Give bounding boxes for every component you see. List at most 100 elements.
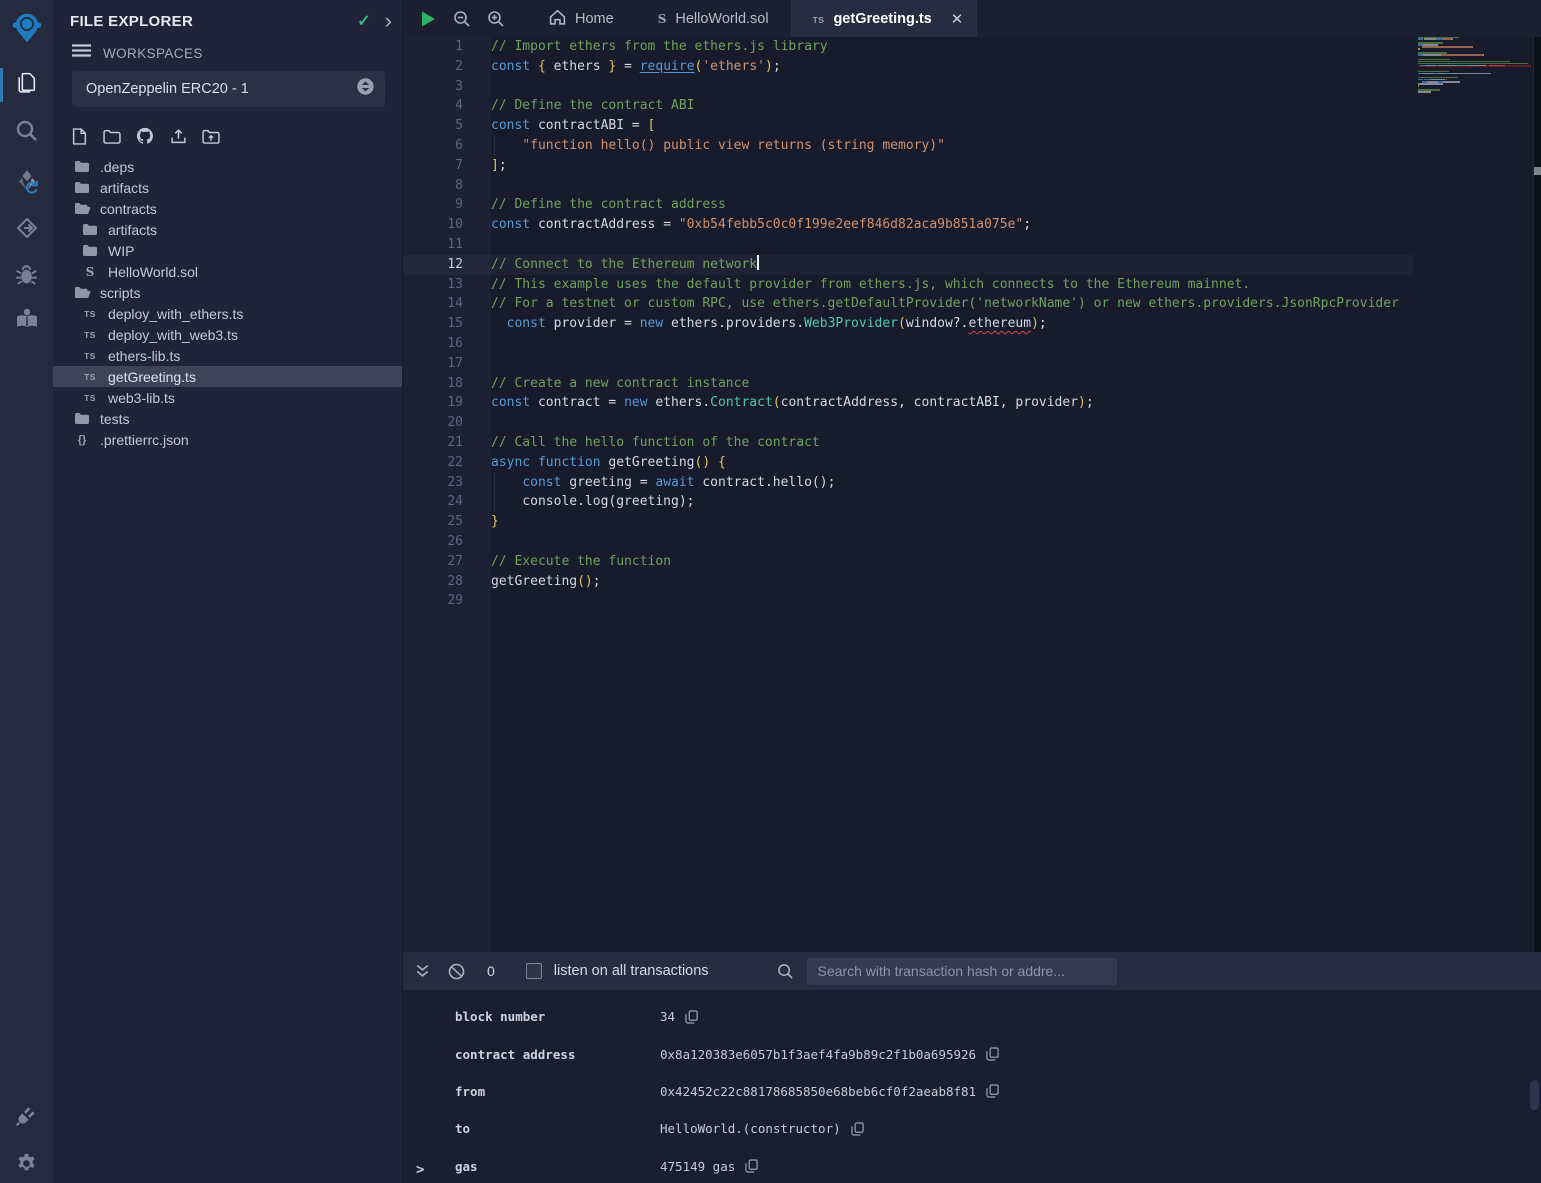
transaction-search-input[interactable] (807, 958, 1117, 985)
tab-helloworld-sol[interactable]: SHelloWorld.sol (636, 0, 791, 37)
clear-console-icon[interactable] (448, 963, 465, 980)
tree-item-web3-lib-ts[interactable]: TSweb3-lib.ts (53, 387, 402, 408)
close-tab-icon[interactable]: ✕ (951, 10, 964, 28)
json-file-icon: {} (73, 434, 91, 446)
code-line-21: // Call the hello function of the contra… (403, 433, 1413, 453)
copy-icon[interactable] (986, 1047, 999, 1061)
listen-transactions-checkbox[interactable] (526, 963, 542, 979)
minimap[interactable] (1418, 37, 1531, 951)
tree-item-label: ethers-lib.ts (108, 348, 180, 364)
hamburger-menu-icon[interactable] (72, 44, 91, 62)
code-line-22: async function getGreeting() { (403, 453, 1413, 473)
sidebar-icon-plugin-manager[interactable] (0, 1098, 53, 1138)
code-line-6: "function hello() public view returns (s… (403, 136, 1413, 156)
activity-bar (0, 0, 53, 1183)
tree-item-helloworld-sol[interactable]: SHelloWorld.sol (53, 261, 402, 282)
tree-item-contracts[interactable]: contracts (53, 198, 402, 219)
text-cursor (757, 255, 759, 270)
tree-item-artifacts[interactable]: artifacts (53, 219, 402, 240)
code-line-3 (403, 77, 1413, 97)
transaction-detail-row: contract address0x8a120383e6057b1f3aef4f… (403, 1035, 1541, 1072)
tree-item-wip[interactable]: WIP (53, 240, 402, 261)
sidebar-icon-remix-logo[interactable] (0, 10, 53, 50)
expand-terminal-icon[interactable] (415, 964, 430, 979)
code-area: // Import ethers from the ethers.js libr… (403, 37, 1413, 952)
solidity-icon: S (658, 11, 667, 27)
run-script-button[interactable] (411, 0, 445, 37)
detail-label: to (455, 1121, 660, 1136)
zoom-out-icon[interactable] (445, 0, 479, 37)
sidebar-icon-debugger[interactable] (0, 257, 53, 297)
detail-value: 0x8a120383e6057b1f3aef4fa9b89c2f1b0a6959… (660, 1047, 976, 1062)
folder-icon (81, 244, 99, 257)
copy-icon[interactable] (745, 1159, 758, 1173)
detail-label: gas (455, 1159, 660, 1174)
copy-icon[interactable] (986, 1084, 999, 1098)
publish-gist-icon[interactable] (135, 126, 155, 146)
ts-file-icon: TS (81, 393, 99, 403)
workspace-select[interactable]: OpenZeppelin ERC20 - 1 (72, 71, 385, 107)
tree-item--prettierrc-json[interactable]: {}.prettierrc.json (53, 429, 402, 450)
tree-item-ethers-lib-ts[interactable]: TSethers-lib.ts (53, 345, 402, 366)
tab-label: Home (575, 11, 614, 27)
sidebar-icon-deploy-and-run[interactable] (0, 210, 53, 250)
tree-item-label: artifacts (108, 222, 157, 238)
tabs: Home SHelloWorld.solTSgetGreeting.ts✕ (527, 0, 977, 37)
new-file-icon[interactable] (69, 126, 89, 146)
tree-item-label: artifacts (100, 180, 149, 196)
ts-file-icon: TS (81, 372, 99, 382)
tab-getgreeting-ts[interactable]: TSgetGreeting.ts✕ (791, 0, 978, 37)
accept-check-icon[interactable]: ✓ (357, 11, 370, 31)
search-icon (15, 119, 39, 148)
settings-icon (15, 1152, 38, 1180)
chevron-right-icon[interactable]: › (385, 12, 392, 30)
code-line-13: // This example uses the default provide… (403, 275, 1413, 295)
code-line-8 (403, 176, 1413, 196)
detail-value: HelloWorld.(constructor) (660, 1121, 841, 1136)
terminal-search-icon (777, 963, 794, 980)
sidebar-icon-file-explorer[interactable] (0, 65, 53, 105)
file-tree: .deps artifacts contracts artifacts WIP SHell… (53, 156, 402, 450)
tree-item-scripts[interactable]: scripts (53, 282, 402, 303)
transaction-detail-row: from0x42452c22c88178685850e68beb6cf0f2ae… (403, 1073, 1541, 1110)
new-folder-icon[interactable] (102, 126, 122, 146)
tree-item-getgreeting-ts[interactable]: TS getGreeting.ts (53, 366, 402, 387)
zoom-in-icon[interactable] (479, 0, 513, 37)
plugin-manager-icon (14, 1103, 39, 1133)
code-editor[interactable]: 1234567891011121314151617181920212223242… (403, 37, 1541, 952)
copy-icon[interactable] (851, 1122, 864, 1136)
terminal-prompt[interactable]: > (416, 1162, 424, 1178)
editor-scrollbar-thumb[interactable] (1534, 167, 1541, 175)
tree-item--deps[interactable]: .deps (53, 156, 402, 177)
terminal-panel: 0 listen on all transactions block numbe… (403, 952, 1541, 1183)
tree-item-deploy-with-ethers-ts[interactable]: TSdeploy_with_ethers.ts (53, 303, 402, 324)
sidebar-icon-settings[interactable] (0, 1146, 53, 1183)
file-explorer-header: FILE EXPLORER ✓ › (70, 8, 392, 34)
tree-item-label: WIP (108, 243, 134, 259)
tree-item-tests[interactable]: tests (53, 408, 402, 429)
editor-scrollbar[interactable] (1533, 37, 1541, 952)
sidebar-icon-search[interactable] (0, 113, 53, 153)
tree-item-label: getGreeting.ts (108, 369, 196, 385)
sidebar-icon-solidity-compiler[interactable] (0, 164, 53, 204)
upload-file-icon[interactable] (168, 126, 188, 146)
copy-icon[interactable] (685, 1010, 698, 1024)
tree-item-label: scripts (100, 285, 140, 301)
detail-label: contract address (455, 1047, 660, 1062)
transaction-detail-row: toHelloWorld.(constructor) (403, 1110, 1541, 1147)
tree-item-artifacts[interactable]: artifacts (53, 177, 402, 198)
code-line-19: const contract = new ethers.Contract(con… (403, 393, 1413, 413)
tree-item-deploy-with-web3-ts[interactable]: TS deploy_with_web3.ts (53, 324, 402, 345)
terminal-scrollbar-thumb[interactable] (1530, 1080, 1539, 1110)
tab-home[interactable]: Home (527, 0, 636, 37)
sidebar-icon-learneth[interactable] (0, 301, 53, 341)
ts-file-icon: TS (81, 330, 99, 340)
transaction-detail-row: block number34 (403, 998, 1541, 1035)
tree-item-label: contracts (100, 201, 157, 217)
code-line-5: const contractABI = [ (403, 116, 1413, 136)
code-line-28: getGreeting(); (403, 572, 1413, 592)
code-line-14: // For a testnet or custom RPC, use ethe… (403, 294, 1413, 314)
upload-folder-icon[interactable] (201, 126, 221, 146)
editor-region: Home SHelloWorld.solTSgetGreeting.ts✕ 123… (403, 0, 1541, 952)
tree-item-label: deploy_with_web3.ts (108, 327, 238, 343)
